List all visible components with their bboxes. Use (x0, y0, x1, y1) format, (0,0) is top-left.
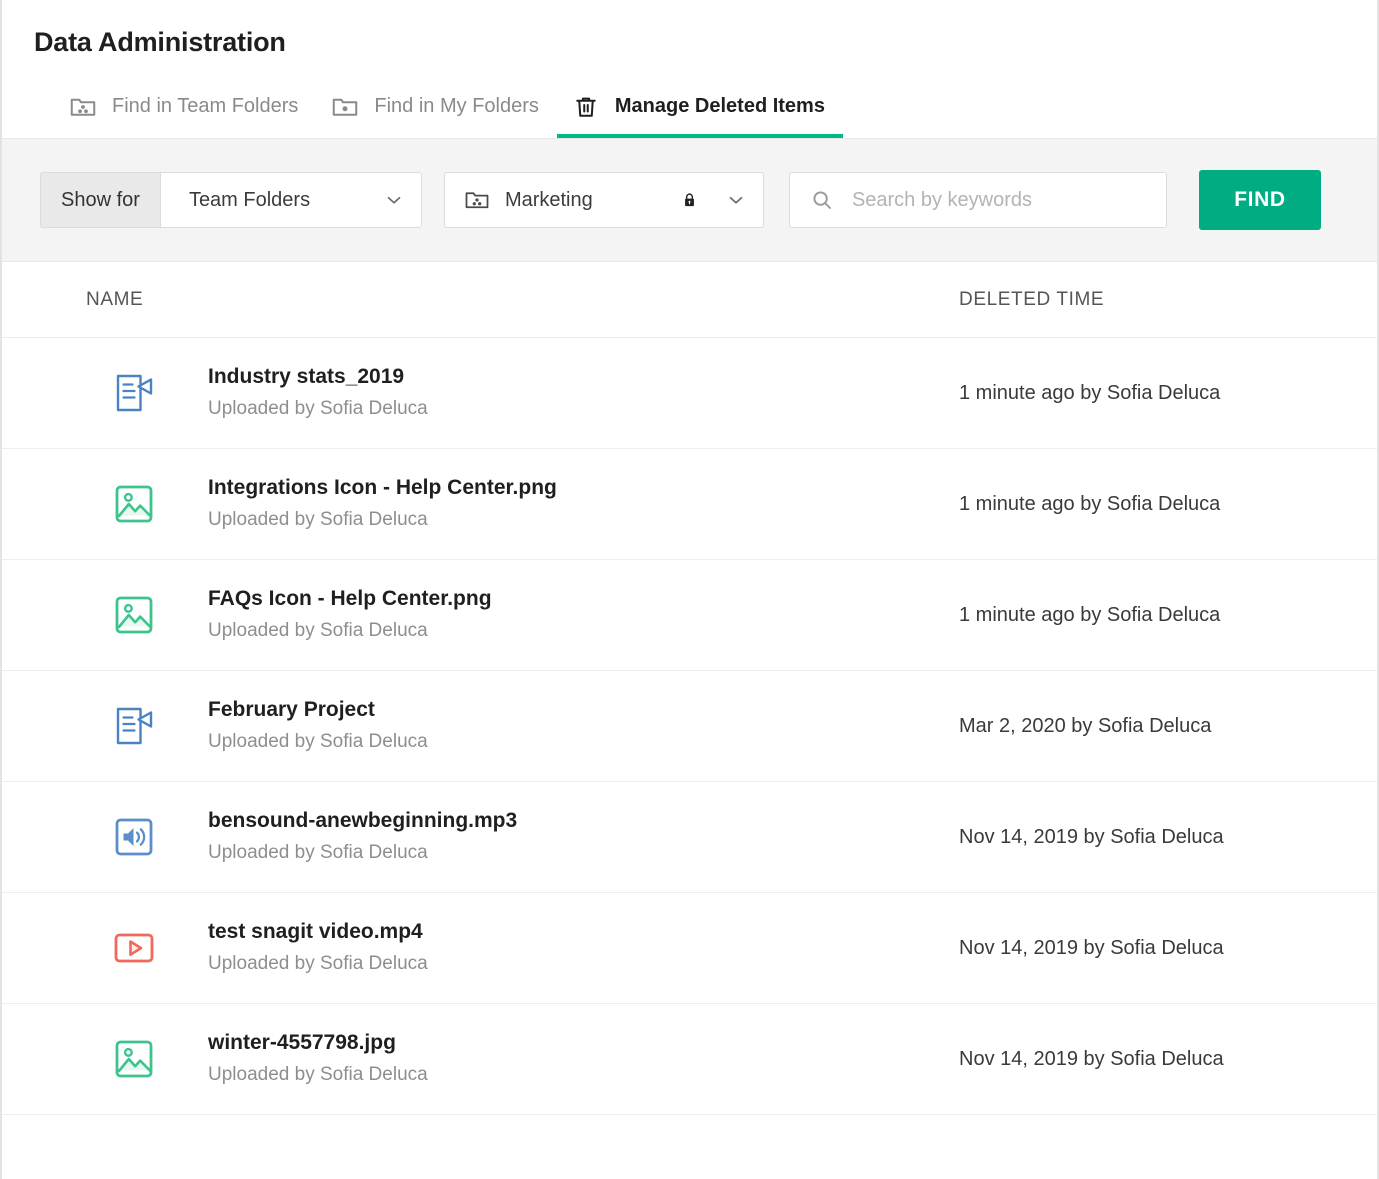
audio-icon (112, 815, 156, 859)
file-name[interactable]: February Project (208, 696, 428, 724)
cell-deleted-time: 1 minute ago by Sofia Deluca (959, 381, 1221, 404)
folder-select[interactable]: Marketing (443, 172, 764, 228)
table-body: Industry stats_2019 Uploaded by Sofia Del… (2, 338, 1377, 1115)
team-folder-icon (463, 186, 491, 214)
file-uploader: Uploaded by Sofia Deluca (208, 620, 428, 641)
file-uploader: Uploaded by Sofia Deluca (208, 509, 428, 530)
column-header-name: NAME (86, 288, 144, 310)
name-block: bensound-anewbeginning.mp3 Uploaded by So… (208, 807, 517, 867)
file-uploader: Uploaded by Sofia Deluca (208, 842, 428, 863)
chevron-down-icon (383, 189, 405, 211)
filter-bar: Show for Team Folders Marketing Search b… (2, 139, 1377, 262)
cell-name: Integrations Icon - Help Center.png Uploa… (2, 474, 937, 534)
file-uploader: Uploaded by Sofia Deluca (208, 398, 428, 419)
name-block: test snagit video.mp4 Uploaded by Sofia D… (208, 918, 428, 978)
scope-select-value: Team Folders (188, 188, 311, 211)
cell-name: FAQs Icon - Help Center.png Uploaded by S… (2, 585, 937, 645)
cell-deleted-time: Nov 14, 2019 by Sofia Deluca (959, 825, 1224, 848)
cell-deleted-time: Nov 14, 2019 by Sofia Deluca (959, 1047, 1224, 1070)
cell-deleted-time: Mar 2, 2020 by Sofia Deluca (959, 714, 1212, 737)
video-icon (112, 926, 156, 970)
cell-name: February Project Uploaded by Sofia Deluca (2, 696, 937, 756)
file-name[interactable]: bensound-anewbeginning.mp3 (208, 807, 517, 835)
table-header-row: NAME DELETED TIME (2, 262, 1377, 338)
file-name[interactable]: winter-4557798.jpg (208, 1029, 428, 1057)
tab-label: Manage Deleted Items (614, 95, 825, 117)
cell-deleted-time: 1 minute ago by Sofia Deluca (959, 492, 1221, 515)
file-uploader: Uploaded by Sofia Deluca (208, 953, 428, 974)
name-block: FAQs Icon - Help Center.png Uploaded by S… (208, 585, 492, 645)
cell-name: Industry stats_2019 Uploaded by Sofia Del… (2, 363, 937, 423)
name-block: Industry stats_2019 Uploaded by Sofia Del… (208, 363, 428, 423)
scope-select[interactable]: Team Folders (159, 172, 422, 228)
search-icon (810, 188, 834, 212)
tab-bar: Find in Team Folders Find in My Folders (2, 75, 1377, 138)
table-row[interactable]: Industry stats_2019 Uploaded by Sofia Del… (2, 338, 1377, 449)
table-row[interactable]: FAQs Icon - Help Center.png Uploaded by S… (2, 560, 1377, 671)
file-name[interactable]: test snagit video.mp4 (208, 918, 428, 946)
tab-manage-deleted-items[interactable]: Manage Deleted Items (556, 75, 844, 138)
cell-name: test snagit video.mp4 Uploaded by Sofia D… (2, 918, 937, 978)
tab-label: Find in Team Folders (112, 95, 299, 117)
lock-icon (680, 189, 699, 211)
name-block: Integrations Icon - Help Center.png Uploa… (208, 474, 557, 534)
table-row[interactable]: bensound-anewbeginning.mp3 Uploaded by So… (2, 782, 1377, 893)
cell-name: bensound-anewbeginning.mp3 Uploaded by So… (2, 807, 937, 867)
name-block: winter-4557798.jpg Uploaded by Sofia Delu… (208, 1029, 428, 1089)
find-button[interactable]: FIND (1198, 170, 1321, 230)
image-icon (112, 1037, 156, 1081)
trash-icon (571, 92, 601, 122)
chevron-down-icon (725, 189, 747, 211)
cell-name: winter-4557798.jpg Uploaded by Sofia Delu… (2, 1029, 937, 1089)
page-title: Data Administration (34, 27, 286, 57)
data-administration-page: Data Administration Find in Team Folders (0, 0, 1379, 1179)
file-name[interactable]: Industry stats_2019 (208, 363, 428, 391)
file-uploader: Uploaded by Sofia Deluca (208, 1064, 428, 1085)
show-for-group: Show for Team Folders (40, 172, 422, 228)
name-block: February Project Uploaded by Sofia Deluca (208, 696, 428, 756)
image-icon (112, 593, 156, 637)
team-folder-icon (68, 92, 98, 122)
table-row[interactable]: February Project Uploaded by Sofia Deluca… (2, 671, 1377, 782)
table-row[interactable]: winter-4557798.jpg Uploaded by Sofia Delu… (2, 1004, 1377, 1115)
table-row[interactable]: test snagit video.mp4 Uploaded by Sofia D… (2, 893, 1377, 1004)
document-icon (112, 704, 156, 748)
my-folder-icon (330, 92, 360, 122)
tab-find-in-team-folders[interactable]: Find in Team Folders (54, 75, 316, 138)
page-header: Data Administration Find in Team Folders (2, 0, 1377, 139)
cell-deleted-time: 1 minute ago by Sofia Deluca (959, 603, 1221, 626)
show-for-label: Show for (40, 172, 160, 228)
cell-deleted-time: Nov 14, 2019 by Sofia Deluca (959, 936, 1224, 959)
table-row[interactable]: Integrations Icon - Help Center.png Uploa… (2, 449, 1377, 560)
search-box[interactable] (788, 172, 1167, 228)
tab-label: Find in My Folders (374, 95, 539, 117)
deleted-items-table: NAME DELETED TIME Industry stats_2019 Upl… (2, 262, 1377, 1115)
file-uploader: Uploaded by Sofia Deluca (208, 731, 428, 752)
file-name[interactable]: Integrations Icon - Help Center.png (208, 474, 557, 502)
image-icon (112, 482, 156, 526)
folder-select-value: Marketing (504, 188, 593, 211)
document-icon (112, 371, 156, 415)
search-input[interactable] (849, 187, 1152, 213)
tab-find-in-my-folders[interactable]: Find in My Folders (316, 75, 557, 138)
file-name[interactable]: FAQs Icon - Help Center.png (208, 585, 492, 613)
column-header-deleted-time: DELETED TIME (959, 288, 1105, 310)
